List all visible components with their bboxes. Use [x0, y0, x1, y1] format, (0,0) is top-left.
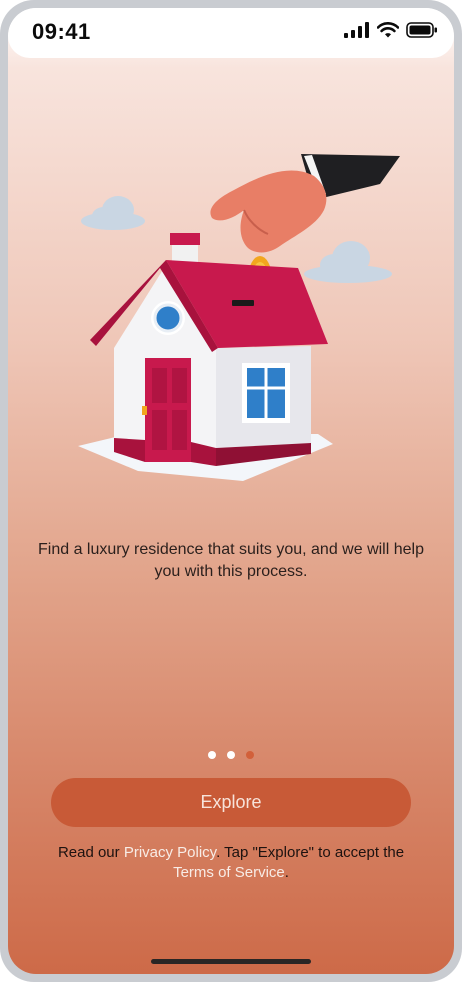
- status-bar: 09:41: [8, 8, 454, 58]
- cellular-signal-icon: [344, 22, 369, 38]
- house-coin-illustration: [78, 154, 400, 481]
- cloud-right-icon: [304, 241, 392, 283]
- battery-icon: [406, 22, 437, 38]
- status-icons: [344, 22, 438, 38]
- page-dot-1[interactable]: [208, 751, 216, 759]
- terms-of-service-link[interactable]: Terms of Service: [173, 864, 285, 881]
- wifi-icon: [377, 22, 399, 38]
- page-indicator: [8, 751, 454, 759]
- page-dot-3-active[interactable]: [246, 751, 254, 759]
- home-indicator[interactable]: [151, 959, 311, 964]
- explore-button[interactable]: Explore: [51, 778, 411, 827]
- legal-notice: Read our Privacy Policy. Tap "Explore" t…: [38, 843, 424, 883]
- status-time: 09:41: [32, 19, 91, 44]
- onboarding-headline: Find a luxury residence that suits you, …: [38, 541, 424, 580]
- onboarding-screen: 09:41 Find a luxury residence that suits…: [8, 8, 454, 974]
- cloud-left-icon: [81, 196, 145, 230]
- legal-prefix: Read our: [57, 844, 124, 861]
- privacy-policy-link[interactable]: Privacy Policy: [124, 844, 216, 861]
- page-dot-2[interactable]: [227, 751, 235, 759]
- legal-suffix: .: [284, 864, 289, 881]
- legal-middle: . Tap "Explore" to accept the: [216, 844, 405, 861]
- phone-frame: 09:41 Find a luxury residence that suits…: [0, 0, 462, 982]
